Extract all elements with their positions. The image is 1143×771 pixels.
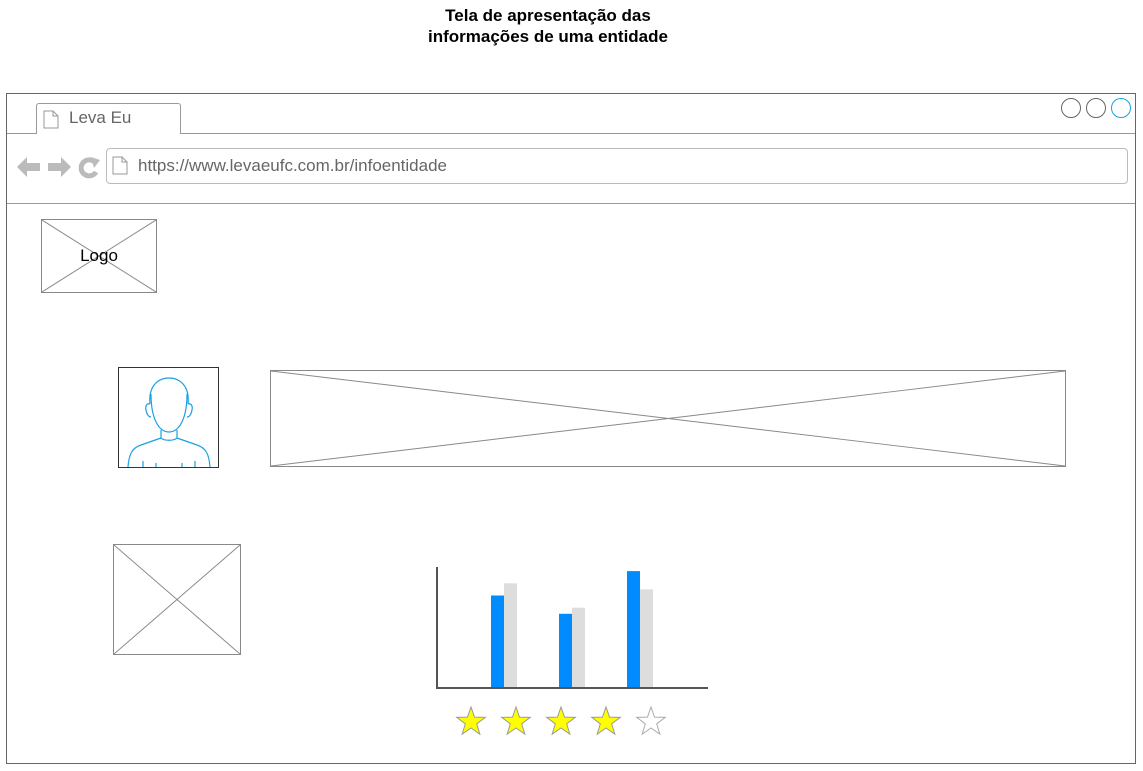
star-icon[interactable] bbox=[545, 705, 577, 737]
content-banner-placeholder bbox=[270, 370, 1066, 467]
reload-icon[interactable] bbox=[78, 157, 100, 179]
image-placeholder-icon bbox=[271, 371, 1065, 466]
star-icon[interactable] bbox=[455, 705, 487, 737]
caption-line-1: Tela de apresentação das bbox=[445, 6, 651, 25]
chart-bar bbox=[640, 589, 653, 687]
caption-line-2: informações de uma entidade bbox=[428, 27, 668, 46]
chart-bar bbox=[504, 583, 517, 687]
chart-bar bbox=[627, 571, 640, 687]
chart-bar bbox=[572, 607, 585, 687]
browser-window: Leva Eu Logo bbox=[6, 93, 1136, 764]
browser-tab[interactable]: Leva Eu bbox=[36, 103, 181, 134]
star-rating bbox=[455, 705, 685, 741]
image-placeholder bbox=[113, 544, 241, 655]
window-control-icon[interactable] bbox=[1111, 98, 1131, 118]
chart-bars bbox=[491, 571, 653, 687]
logo-label: Logo bbox=[80, 246, 118, 265]
forward-arrow-icon[interactable] bbox=[47, 157, 71, 177]
url-bar bbox=[106, 148, 1128, 184]
address-bar bbox=[7, 134, 1135, 204]
tab-title: Leva Eu bbox=[69, 108, 132, 127]
avatar bbox=[118, 367, 219, 468]
document-icon bbox=[43, 110, 59, 129]
chart-bar bbox=[559, 613, 572, 687]
page-caption: Tela de apresentação das informações de … bbox=[348, 5, 748, 47]
bar-chart bbox=[436, 567, 708, 689]
star-icon[interactable] bbox=[590, 705, 622, 737]
window-control-icon[interactable] bbox=[1061, 98, 1081, 118]
back-arrow-icon[interactable] bbox=[17, 157, 41, 177]
chart-bar bbox=[491, 595, 504, 687]
star-icon[interactable] bbox=[500, 705, 532, 737]
image-placeholder-icon bbox=[114, 545, 240, 654]
user-avatar-icon bbox=[127, 377, 211, 468]
document-icon bbox=[112, 156, 128, 175]
url-input[interactable] bbox=[138, 154, 1098, 178]
star-icon[interactable] bbox=[635, 705, 667, 737]
tab-bar: Leva Eu bbox=[7, 94, 1135, 134]
logo-placeholder: Logo bbox=[41, 219, 157, 293]
window-control-icon[interactable] bbox=[1086, 98, 1106, 118]
